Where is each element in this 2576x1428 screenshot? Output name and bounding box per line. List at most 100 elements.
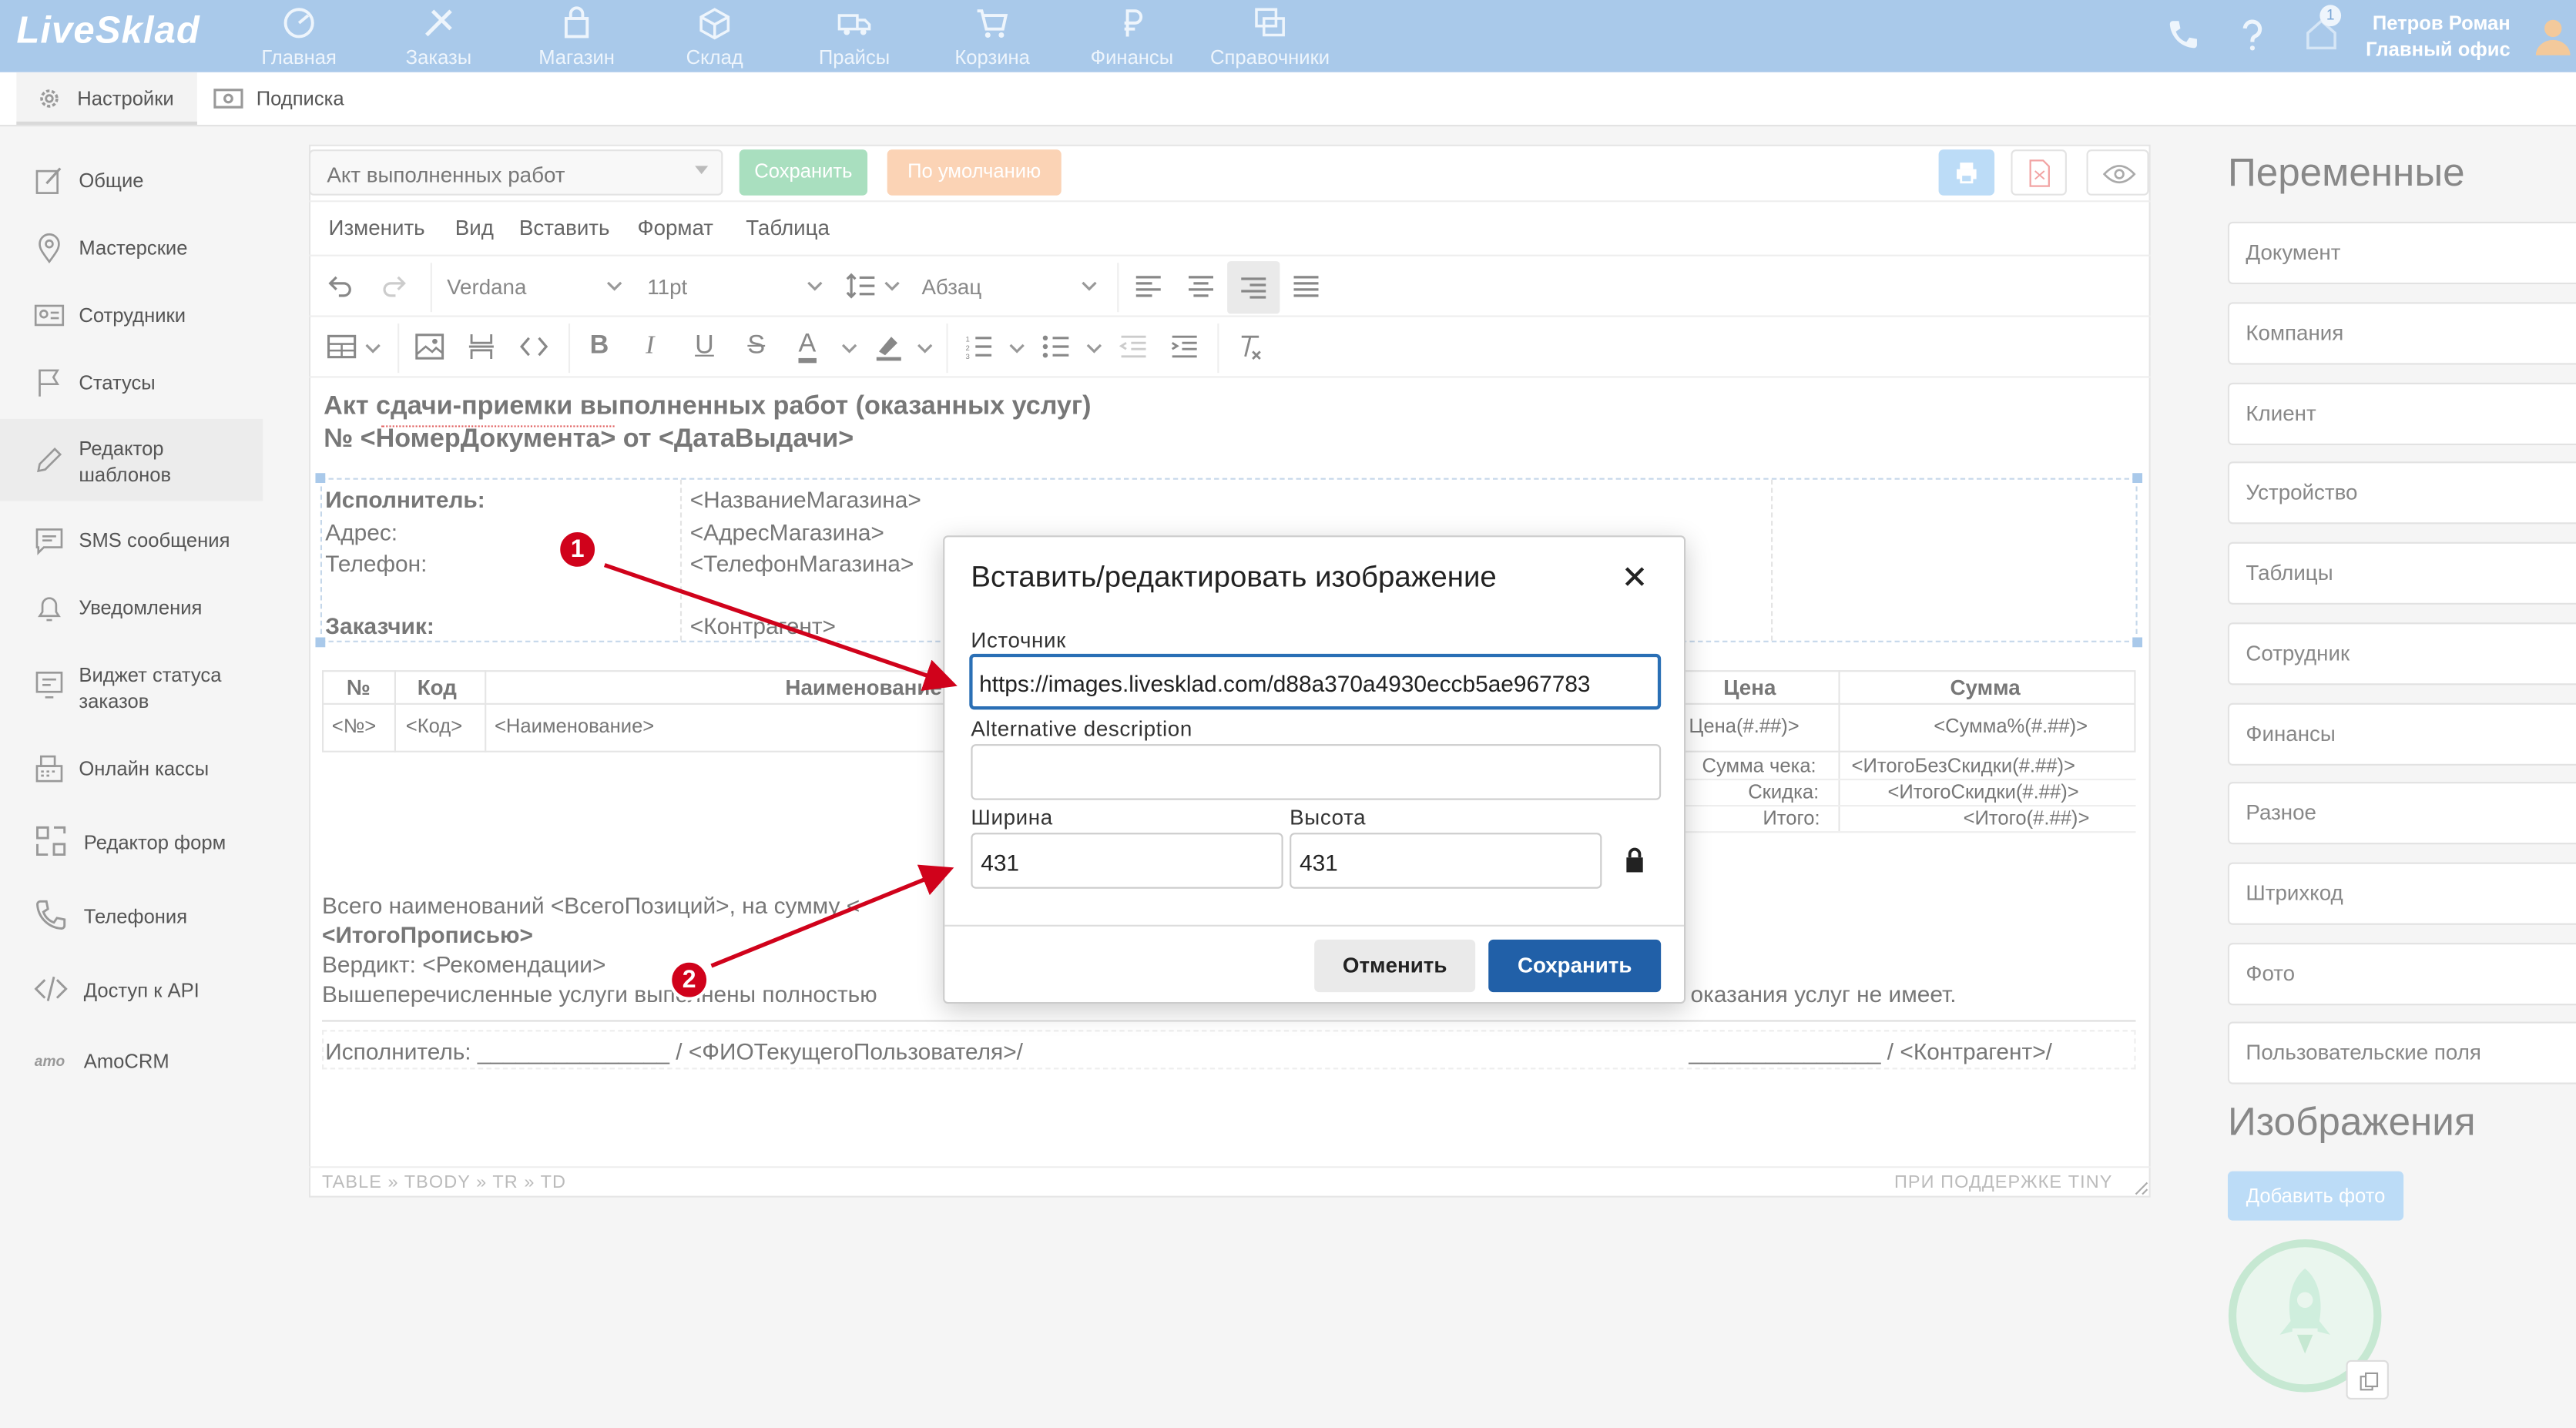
var-device[interactable]: Устройство (2227, 461, 2576, 525)
resize-handle[interactable] (315, 637, 326, 648)
sidebar-item-status-widget[interactable]: Виджет статуса заказов (16, 659, 263, 715)
nav-finance[interactable]: Финансы (1066, 5, 1198, 69)
resize-handle[interactable] (2132, 637, 2143, 648)
tab-settings[interactable]: Настройки (16, 72, 197, 126)
resize-handle[interactable] (2132, 473, 2143, 484)
var-employee[interactable]: Сотрудник (2227, 622, 2576, 686)
col-header-code: Код (417, 675, 457, 700)
signature-client: _______________ / <Контрагент>/ (1689, 1037, 2052, 1064)
sidebar-item-employees[interactable]: Сотрудники (16, 299, 263, 332)
cancel-button[interactable]: Отменить (1314, 939, 1476, 993)
page-break-icon[interactable] (467, 332, 496, 361)
sidebar-item-amocrm[interactable]: amo AmoCRM (16, 1044, 263, 1078)
menu-view[interactable]: Вид (455, 215, 494, 240)
font-size-select[interactable]: 11pt (647, 274, 687, 299)
align-left-icon[interactable] (1134, 273, 1163, 299)
col-header-no: № (346, 675, 371, 700)
sidebar-item-workshops[interactable]: Мастерские (16, 232, 263, 265)
align-right-button[interactable] (1227, 261, 1280, 314)
outdent-icon[interactable] (1119, 334, 1148, 360)
var-misc[interactable]: Разное (2227, 782, 2576, 845)
preview-button[interactable] (2086, 149, 2149, 196)
sidebar-item-api[interactable]: Доступ к API (16, 970, 263, 1010)
print-button[interactable] (1938, 149, 1995, 196)
italic-icon[interactable]: I (646, 332, 654, 361)
numbered-list-icon[interactable]: 123 (964, 334, 994, 360)
var-barcode[interactable]: Штрихкод (2227, 862, 2576, 925)
nav-orders[interactable]: Заказы (373, 5, 505, 69)
align-center-icon[interactable] (1186, 273, 1216, 299)
menu-table[interactable]: Таблица (746, 215, 830, 240)
height-input[interactable]: 431 (1290, 833, 1602, 889)
menu-insert[interactable]: Вставить (519, 215, 610, 240)
image-icon[interactable] (414, 332, 445, 361)
source-input[interactable]: https://images.livesklad.com/d88a370a493… (969, 653, 1662, 710)
alt-description-input[interactable] (971, 744, 1662, 800)
var-photo[interactable]: Фото (2227, 943, 2576, 1006)
sidebar-item-form-editor[interactable]: Редактор форм (16, 823, 263, 862)
bold-icon[interactable]: B (590, 332, 609, 361)
user-info[interactable]: Петров Роман Главный офис (2366, 10, 2511, 62)
undo-icon[interactable] (325, 271, 354, 300)
sidebar-item-sms[interactable]: SMS сообщения (16, 524, 263, 557)
template-select[interactable]: Акт выполненных работ (308, 149, 723, 196)
nav-directories[interactable]: Справочники (1204, 5, 1336, 69)
doc-title[interactable]: Акт сдачи-приемки выполненных работ (ока… (324, 393, 1091, 422)
nav-home[interactable]: Главная (233, 5, 365, 69)
resize-grip-icon[interactable] (2132, 1179, 2148, 1195)
help-icon[interactable] (2234, 16, 2270, 52)
sidebar-item-notifications[interactable]: Уведомления (16, 592, 263, 625)
var-client[interactable]: Клиент (2227, 382, 2576, 445)
nav-prices[interactable]: Прайсы (789, 5, 921, 69)
strikethrough-icon[interactable]: S (747, 332, 765, 361)
app-logo[interactable]: LiveSklad (16, 8, 200, 53)
var-finance[interactable]: Финансы (2227, 702, 2576, 766)
phone-icon[interactable] (2165, 16, 2202, 52)
col-header-name: Наименование (785, 675, 942, 700)
sidebar-item-telephony[interactable]: Телефония (16, 897, 263, 936)
save-template-button[interactable]: Сохранить (739, 149, 868, 196)
doc-number[interactable]: № <НомерДокумента> от <ДатаВыдачи> (324, 425, 854, 454)
menu-edit[interactable]: Изменить (329, 215, 425, 240)
var-document[interactable]: Документ (2227, 221, 2576, 284)
close-icon[interactable] (1623, 565, 1646, 588)
dialog-save-button[interactable]: Сохранить (1488, 939, 1662, 993)
menu-format[interactable]: Формат (637, 215, 713, 240)
block-format-select[interactable]: Абзац (921, 274, 981, 299)
var-company[interactable]: Компания (2227, 302, 2576, 365)
clear-formatting-icon[interactable] (1236, 332, 1265, 361)
redo-icon[interactable] (380, 271, 409, 300)
sidebar-item-general[interactable]: Общие (16, 164, 263, 197)
font-family-select[interactable]: Verdana (447, 274, 526, 299)
code-icon[interactable] (519, 334, 548, 360)
bullet-list-icon[interactable] (1041, 334, 1071, 360)
chevron-down-icon (365, 344, 381, 354)
line-height-icon[interactable] (844, 270, 877, 303)
avatar-icon[interactable] (2530, 13, 2576, 59)
default-template-button[interactable]: По умолчанию (887, 149, 1062, 196)
sidebar-item-template-editor[interactable]: Редактор шаблонов (0, 418, 263, 501)
nav-shop[interactable]: Магазин (511, 5, 642, 69)
powered-by-tiny[interactable]: ПРИ ПОДДЕРЖКЕ TINY (1894, 1173, 2112, 1193)
lock-icon[interactable] (1625, 847, 1645, 873)
sidebar-item-online-cashbox[interactable]: Онлайн кассы (16, 753, 263, 786)
sidebar-item-statuses[interactable]: Статусы (16, 367, 263, 400)
table-icon[interactable] (325, 334, 358, 360)
var-tables[interactable]: Таблицы (2227, 541, 2576, 605)
pencil-icon (37, 448, 62, 473)
text-color-icon[interactable]: A (798, 331, 817, 364)
highlight-icon[interactable] (874, 332, 904, 361)
align-justify-icon[interactable] (1291, 273, 1320, 299)
width-input[interactable]: 431 (971, 833, 1283, 889)
resize-handle[interactable] (315, 473, 326, 484)
element-path[interactable]: TABLE » TBODY » TR » TD (322, 1173, 566, 1193)
copy-image-button[interactable] (2346, 1359, 2389, 1400)
indent-icon[interactable] (1169, 334, 1199, 360)
add-photo-button[interactable]: Добавить фото (2227, 1171, 2404, 1221)
underline-icon[interactable]: U (695, 332, 714, 361)
nav-cart[interactable]: Корзина (927, 5, 1058, 69)
dialog-title: Вставить/редактировать изображение (971, 560, 1497, 593)
pdf-button[interactable] (2011, 149, 2067, 196)
var-custom-fields[interactable]: Пользовательские поля (2227, 1021, 2576, 1084)
nav-warehouse[interactable]: Склад (649, 5, 780, 69)
